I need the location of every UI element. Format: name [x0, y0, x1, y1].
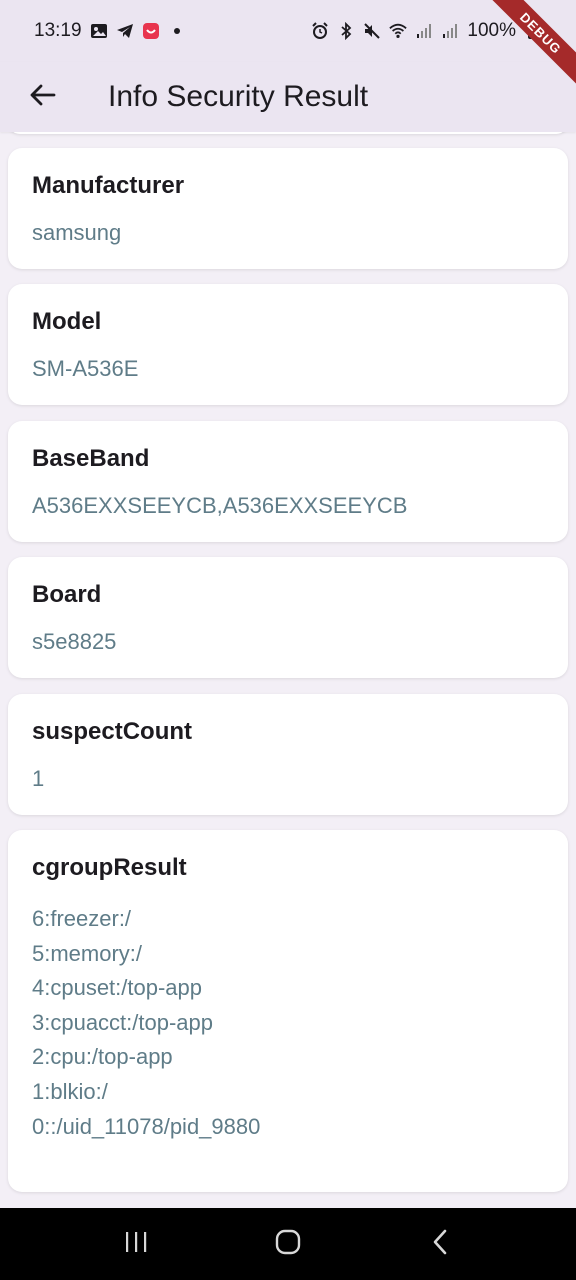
- home-button[interactable]: [258, 1219, 318, 1269]
- signal-icon: [441, 22, 459, 40]
- wifi-icon: [389, 22, 408, 40]
- card-title: Manufacturer: [32, 172, 185, 199]
- alarm-icon: [311, 22, 329, 40]
- system-back-button[interactable]: [410, 1219, 470, 1269]
- recent-apps-button[interactable]: [106, 1219, 166, 1269]
- cgroup-lines: 6:freezer:/ 5:memory:/ 4:cpuset:/top-app…: [32, 902, 544, 1144]
- info-card-cgroup-result: cgroupResult 6:freezer:/ 5:memory:/ 4:cp…: [8, 830, 568, 1192]
- dot-icon: [168, 22, 186, 40]
- back-arrow-icon: [28, 81, 56, 114]
- app-notification-icon: [142, 22, 160, 40]
- bluetooth-icon: [337, 22, 355, 40]
- previous-card-edge: [8, 132, 568, 134]
- card-value: A536EXXSEEYCB,A536EXXSEEYCB: [32, 493, 408, 518]
- status-bar: 13:19 100%: [0, 0, 576, 62]
- system-nav-bar: [0, 1208, 576, 1280]
- back-button[interactable]: [14, 69, 70, 125]
- card-title: Model: [32, 308, 102, 335]
- back-icon: [430, 1228, 450, 1261]
- info-card-model: Model SM-A536E: [8, 284, 568, 405]
- battery-text: 100%: [467, 20, 516, 41]
- home-icon: [274, 1228, 302, 1261]
- gallery-icon: [90, 22, 108, 40]
- cgroup-line: 1:blkio:/: [32, 1078, 108, 1104]
- app-bar: Info Security Result: [0, 62, 576, 132]
- card-title: BaseBand: [32, 445, 150, 472]
- card-title: Board: [32, 581, 102, 608]
- info-card-board: Board s5e8825: [8, 557, 568, 678]
- recent-apps-icon: [123, 1230, 149, 1259]
- cgroup-line: 5:memory:/: [32, 940, 143, 966]
- info-card-manufacturer: Manufacturer samsung: [8, 148, 568, 269]
- card-title: cgroupResult: [32, 854, 187, 881]
- cgroup-line: 6:freezer:/: [32, 906, 132, 931]
- cgroup-line: 4:cpuset:/top-app: [32, 975, 203, 1001]
- status-right: 100%: [311, 20, 542, 42]
- card-value: samsung: [32, 220, 122, 245]
- page-title: Info Security Result: [108, 80, 369, 113]
- cgroup-line: 3:cpuacct:/top-app: [32, 1009, 214, 1035]
- status-time: 13:19: [34, 20, 82, 41]
- info-card-suspect-count: suspectCount 1: [8, 694, 568, 815]
- cgroup-line: 0::/uid_11078/pid_9880: [32, 1113, 261, 1139]
- results-list[interactable]: Manufacturer samsung Model SM-A536E Base…: [0, 132, 576, 1208]
- card-value: 1: [32, 766, 45, 791]
- cgroup-line: 2:cpu:/top-app: [32, 1044, 173, 1070]
- card-value: SM-A536E: [32, 356, 139, 381]
- status-left: 13:19: [34, 20, 186, 42]
- telegram-icon: [116, 22, 134, 40]
- info-card-baseband: BaseBand A536EXXSEEYCB,A536EXXSEEYCB: [8, 421, 568, 542]
- card-title: suspectCount: [32, 718, 193, 745]
- mute-icon: [363, 22, 381, 40]
- card-value: s5e8825: [32, 629, 117, 654]
- signal-icon: [415, 22, 433, 40]
